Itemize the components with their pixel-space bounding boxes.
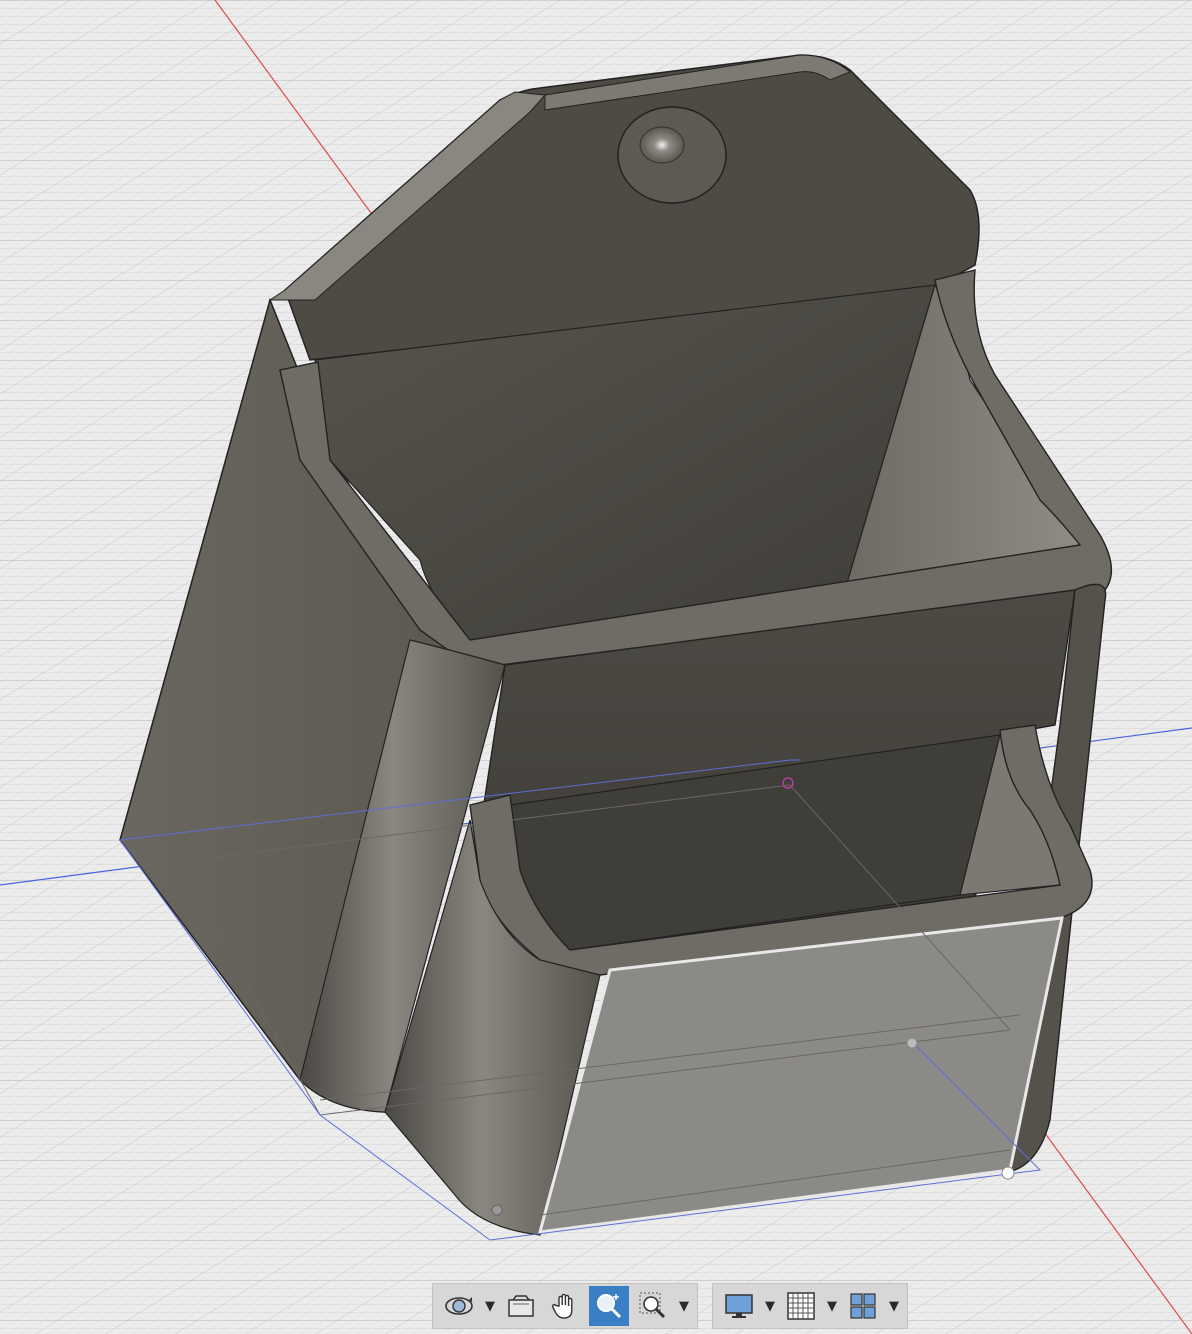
display-settings-dropdown[interactable]: ▼ bbox=[761, 1286, 779, 1326]
zoom-window-icon bbox=[639, 1292, 666, 1319]
display-settings-button[interactable] bbox=[719, 1286, 759, 1326]
mounting-hole[interactable] bbox=[639, 126, 685, 164]
sketch-point[interactable] bbox=[491, 1204, 503, 1216]
navigation-toolbar: ▼ ▼ ▼ ▼ ▼ bbox=[432, 1282, 922, 1330]
sketch-point[interactable] bbox=[1001, 1166, 1015, 1180]
orbit-icon bbox=[445, 1297, 473, 1315]
viewports-dropdown[interactable]: ▼ bbox=[885, 1286, 903, 1326]
grid-snaps-dropdown[interactable]: ▼ bbox=[823, 1286, 841, 1326]
monitor-icon bbox=[725, 1294, 753, 1318]
zoom-button[interactable] bbox=[589, 1286, 629, 1326]
viewports-button[interactable] bbox=[843, 1286, 883, 1326]
3d-viewport[interactable] bbox=[0, 0, 1192, 1334]
pan-button[interactable] bbox=[545, 1286, 585, 1326]
look-at-icon bbox=[508, 1295, 534, 1317]
navigation-tools-group: ▼ ▼ bbox=[432, 1283, 698, 1329]
fit-button[interactable] bbox=[633, 1286, 673, 1326]
orbit-dropdown[interactable]: ▼ bbox=[481, 1286, 499, 1326]
display-tools-group: ▼ ▼ ▼ bbox=[712, 1283, 908, 1329]
look-at-button[interactable] bbox=[501, 1286, 541, 1326]
fit-dropdown[interactable]: ▼ bbox=[675, 1286, 693, 1326]
viewports-icon bbox=[850, 1293, 876, 1319]
grid-snaps-button[interactable] bbox=[781, 1286, 821, 1326]
sketch-point[interactable] bbox=[906, 1037, 918, 1049]
pan-hand-icon bbox=[551, 1293, 573, 1319]
zoom-icon bbox=[597, 1294, 622, 1319]
grid-icon bbox=[787, 1292, 815, 1320]
orbit-button[interactable] bbox=[439, 1286, 479, 1326]
